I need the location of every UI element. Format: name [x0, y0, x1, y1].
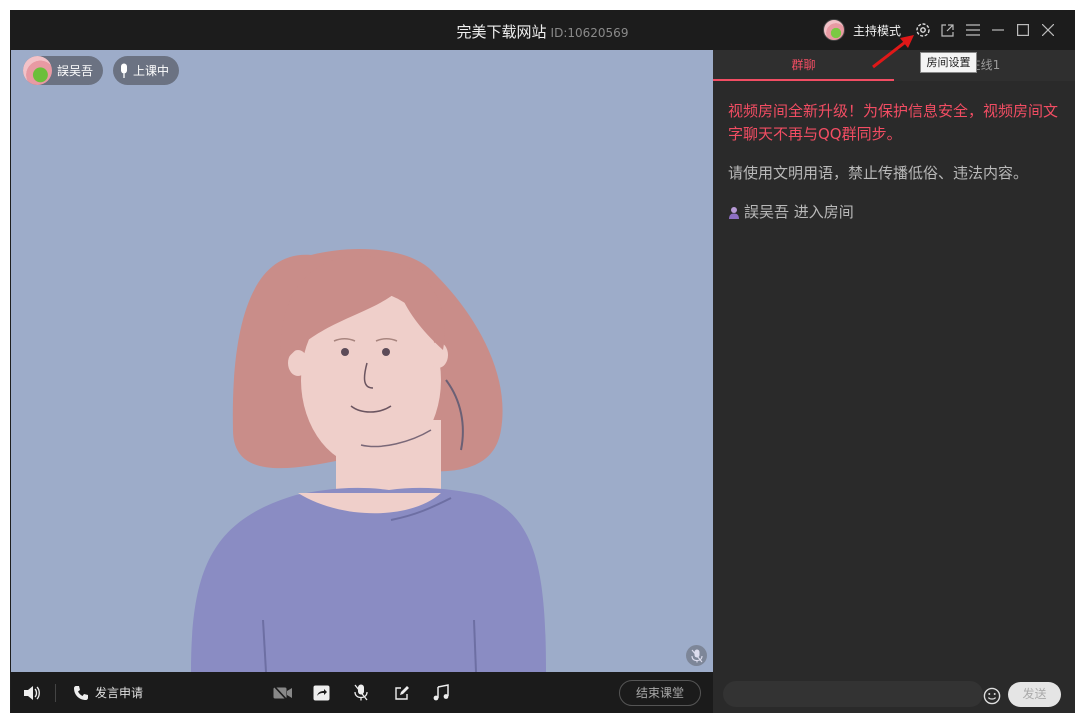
volume-icon[interactable]: [23, 672, 41, 713]
music-icon[interactable]: [433, 672, 449, 713]
mic-muted-icon[interactable]: [686, 645, 707, 666]
phone-icon: [74, 685, 88, 700]
chat-messages: 视频房间全新升级！为保护信息安全，视频房间文字聊天不再与QQ群同步。 请使用文明…: [728, 100, 1058, 224]
minimize-icon[interactable]: [985, 19, 1010, 41]
call-toolbar: 发言申请 结束课堂: [11, 672, 713, 713]
whiteboard-icon[interactable]: [394, 672, 410, 713]
toolbar-divider: [55, 684, 56, 702]
chat-input[interactable]: [723, 681, 983, 707]
red-arrow-icon: [872, 35, 914, 69]
system-notice-message: 请使用文明用语，禁止传播低俗、违法内容。: [728, 164, 1029, 182]
send-button[interactable]: 发送: [1008, 682, 1061, 707]
mute-mic-icon[interactable]: [354, 672, 368, 713]
end-class-button[interactable]: 结束课堂: [619, 680, 701, 706]
speak-request-label: 发言申请: [95, 686, 144, 700]
menu-icon[interactable]: [960, 19, 985, 41]
app-window: 完美下载网站 ID:10620569 主持模式 房间设置 誤吴吾 上课中 发言申…: [10, 10, 1075, 713]
join-text: 进入房间: [793, 203, 854, 221]
microphone-icon: [121, 63, 127, 78]
maximize-icon[interactable]: [1010, 19, 1035, 41]
screen-share-icon[interactable]: [313, 672, 330, 713]
class-status-label: 上课中: [133, 64, 170, 78]
close-icon[interactable]: [1035, 19, 1060, 41]
emoji-icon[interactable]: [983, 687, 1001, 705]
tab-group-chat[interactable]: 群聊: [713, 50, 894, 81]
system-warning-message: 视频房间全新升级！为保护信息安全，视频房间文字聊天不再与QQ群同步。: [728, 102, 1059, 143]
video-area[interactable]: 誤吴吾 上课中: [11, 50, 713, 672]
user-icon: [729, 206, 739, 219]
join-message: 誤吴吾 进入房间: [728, 201, 1058, 224]
participant-illustration: [191, 249, 546, 672]
host-avatar: [823, 19, 845, 41]
chat-input-bar: 发送: [713, 672, 1075, 713]
class-status-chip: 上课中: [113, 56, 180, 85]
room-name: 完美下载网站: [456, 23, 547, 41]
popout-icon[interactable]: [935, 19, 960, 41]
camera-off-icon[interactable]: [273, 672, 293, 713]
speak-request-button[interactable]: 发言申请: [73, 672, 143, 713]
user-chip[interactable]: 誤吴吾: [23, 56, 104, 85]
settings-tooltip: 房间设置: [920, 52, 977, 73]
user-name: 誤吴吾: [57, 64, 94, 78]
room-id: ID:10620569: [550, 26, 629, 40]
window-controls: [910, 19, 1060, 41]
join-user: 誤吴吾: [744, 203, 790, 221]
user-avatar: [23, 56, 52, 85]
chat-panel: 群聊 在线1 视频房间全新升级！为保护信息安全，视频房间文字聊天不再与QQ群同步…: [713, 50, 1075, 713]
